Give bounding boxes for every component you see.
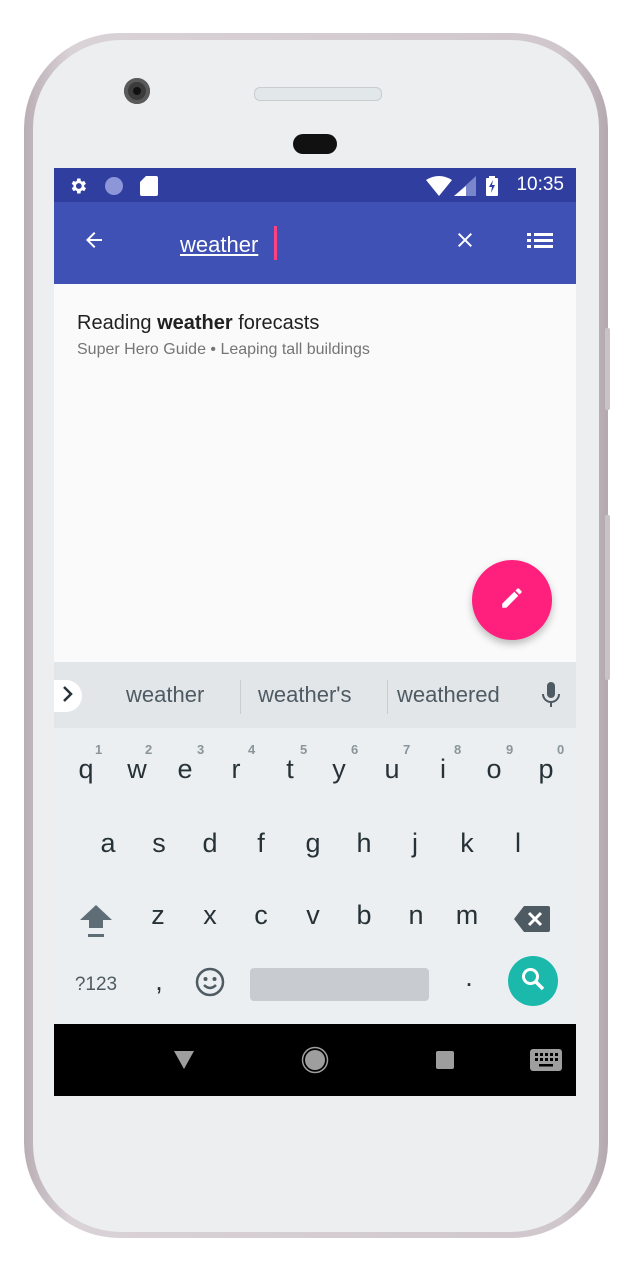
screen: 10:35 Reading weather forecasts Super He… (54, 168, 576, 1096)
nav-keyboard-switch-button[interactable] (530, 1049, 562, 1076)
key-q[interactable]: q (66, 754, 106, 785)
key-d[interactable]: d (190, 828, 230, 859)
search-result[interactable]: Reading weather forecasts Super Hero Gui… (77, 312, 370, 359)
expand-suggestions-button[interactable] (54, 680, 82, 712)
key-hint: 4 (248, 742, 256, 757)
text-cursor (274, 226, 277, 260)
key-hint: 2 (145, 742, 153, 757)
back-button[interactable] (76, 224, 112, 260)
result-title: Reading weather forecasts (77, 312, 370, 335)
status-bar: 10:35 (54, 168, 576, 202)
chevron-right-icon (62, 685, 74, 707)
navigation-bar (54, 1024, 576, 1096)
key-e[interactable]: e (165, 754, 205, 785)
close-icon (453, 228, 477, 257)
title-match: weather (157, 312, 233, 334)
volume-button (605, 515, 610, 680)
key-hint: 7 (403, 742, 411, 757)
space-bar[interactable] (250, 968, 429, 1001)
key-w[interactable]: w (117, 754, 157, 785)
backspace-icon (514, 906, 550, 938)
clear-search-button[interactable] (447, 224, 483, 260)
microphone-icon[interactable] (542, 682, 560, 713)
key-y[interactable]: y (319, 754, 359, 785)
signal-icon (454, 176, 476, 201)
key-u[interactable]: u (372, 754, 412, 785)
title-text: forecasts (232, 312, 320, 334)
suggestion-strip: weather weather's weathered (54, 662, 576, 728)
key-hint: 8 (454, 742, 462, 757)
key-z[interactable]: z (138, 900, 178, 931)
key-l[interactable]: l (498, 828, 538, 859)
title-text: Reading (77, 312, 158, 334)
result-subtitle: Super Hero Guide • Leaping tall building… (77, 341, 370, 358)
home-icon (301, 1046, 329, 1078)
key-hint: 6 (351, 742, 359, 757)
nav-back-button[interactable] (174, 1051, 194, 1074)
key-p[interactable]: p (526, 754, 566, 785)
list-icon (527, 230, 553, 255)
list-view-button[interactable] (522, 224, 558, 260)
soft-keyboard: weather weather's weathered q w e r t y … (54, 662, 576, 1024)
search-icon (520, 966, 546, 997)
backspace-key[interactable] (512, 906, 552, 939)
arrow-left-icon (82, 228, 106, 257)
clock: 10:35 (516, 174, 564, 195)
front-camera (124, 78, 150, 104)
earpiece-speaker (254, 87, 382, 101)
search-input[interactable] (180, 228, 400, 262)
shift-icon (78, 905, 114, 948)
comma-key[interactable]: , (139, 966, 179, 997)
emoji-icon (194, 967, 226, 1004)
key-s[interactable]: s (139, 828, 179, 859)
key-hint: 3 (197, 742, 205, 757)
wifi-icon (426, 176, 452, 201)
key-f[interactable]: f (241, 828, 281, 859)
suggestion[interactable]: weather's (258, 682, 351, 708)
edit-fab[interactable] (472, 560, 552, 640)
settings-icon (68, 176, 88, 201)
search-toolbar (54, 202, 576, 284)
battery-charging-icon (486, 176, 498, 201)
key-x[interactable]: x (190, 900, 230, 931)
key-k[interactable]: k (447, 828, 487, 859)
suggestion[interactable]: weather (126, 682, 204, 708)
key-t[interactable]: t (270, 754, 310, 785)
key-m[interactable]: m (447, 900, 487, 931)
key-v[interactable]: v (293, 900, 333, 931)
key-b[interactable]: b (344, 900, 384, 931)
pencil-icon (499, 585, 525, 616)
emoji-key[interactable] (190, 966, 230, 1005)
key-hint: 1 (95, 742, 103, 757)
key-hint: 0 (557, 742, 565, 757)
keyboard-switch-icon (530, 1049, 562, 1075)
key-hint: 9 (506, 742, 514, 757)
search-action-key[interactable] (508, 956, 558, 1006)
proximity-sensor (293, 134, 337, 154)
key-c[interactable]: c (241, 900, 281, 931)
period-key[interactable]: . (449, 962, 489, 993)
key-h[interactable]: h (344, 828, 384, 859)
nav-home-button[interactable] (301, 1046, 329, 1079)
sd-card-icon (140, 176, 158, 201)
symbols-key[interactable]: ?123 (68, 974, 124, 996)
key-n[interactable]: n (396, 900, 436, 931)
key-o[interactable]: o (474, 754, 514, 785)
shift-key[interactable] (76, 902, 116, 949)
recents-icon (435, 1051, 455, 1074)
power-button (605, 328, 610, 410)
nav-recents-button[interactable] (435, 1050, 455, 1075)
key-a[interactable]: a (88, 828, 128, 859)
key-j[interactable]: j (395, 828, 435, 859)
sync-icon (104, 176, 124, 201)
key-g[interactable]: g (293, 828, 333, 859)
key-i[interactable]: i (423, 754, 463, 785)
back-icon (174, 1051, 194, 1073)
divider (240, 680, 241, 714)
suggestion[interactable]: weathered (397, 682, 500, 708)
key-r[interactable]: r (216, 754, 256, 785)
key-hint: 5 (300, 742, 308, 757)
divider (387, 680, 388, 714)
